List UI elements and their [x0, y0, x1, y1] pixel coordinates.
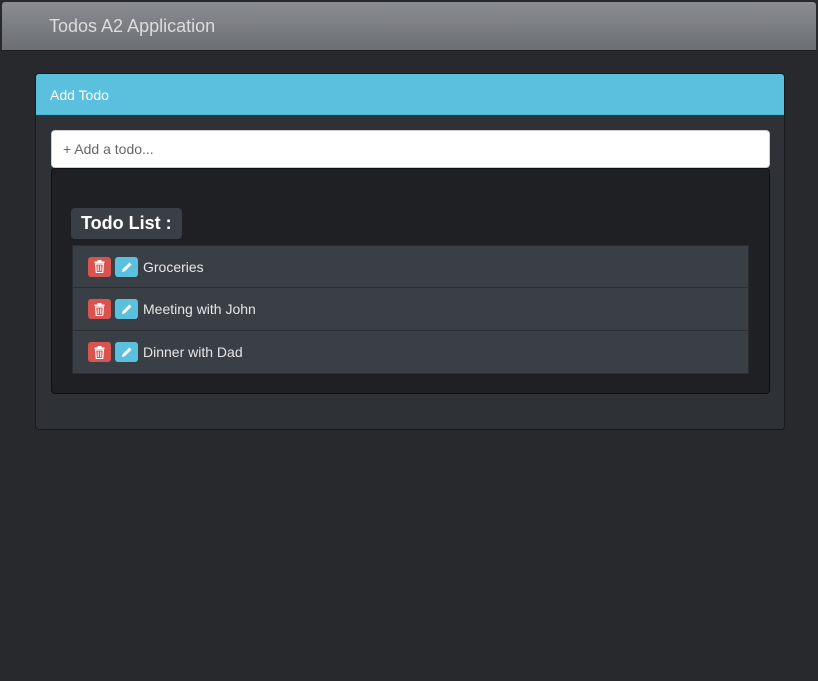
add-todo-panel: Add Todo Todo List :: [35, 73, 785, 430]
trash-icon: [94, 302, 105, 316]
delete-todo-button[interactable]: [88, 342, 111, 362]
todo-text: Meeting with John: [143, 301, 256, 317]
todo-item: Dinner with Dad: [72, 331, 749, 374]
todo-text: Groceries: [143, 258, 204, 275]
delete-todo-button[interactable]: [88, 256, 111, 277]
app-title[interactable]: Todos A2 Application: [49, 16, 215, 37]
add-todo-input[interactable]: [51, 130, 770, 168]
pencil-icon: [121, 262, 131, 272]
pencil-icon: [121, 304, 131, 314]
todo-text: Dinner with Dad: [143, 344, 243, 360]
trash-icon: [94, 345, 105, 359]
navbar: Todos A2 Application: [2, 2, 816, 51]
todo-list-label: Todo List :: [71, 208, 182, 239]
edit-todo-button[interactable]: [115, 299, 138, 319]
edit-todo-button[interactable]: [115, 256, 138, 277]
trash-icon: [94, 260, 105, 273]
todo-list: Groceries Meeting with John Dinner with …: [72, 245, 749, 374]
delete-todo-button[interactable]: [88, 299, 111, 319]
pencil-icon: [121, 347, 131, 357]
todo-list-container: Todo List : Groceries Meeting with John …: [51, 168, 770, 394]
todo-item: Groceries: [72, 245, 749, 288]
panel-heading: Add Todo: [36, 74, 784, 115]
edit-todo-button[interactable]: [115, 342, 138, 362]
todo-item: Meeting with John: [72, 288, 749, 331]
